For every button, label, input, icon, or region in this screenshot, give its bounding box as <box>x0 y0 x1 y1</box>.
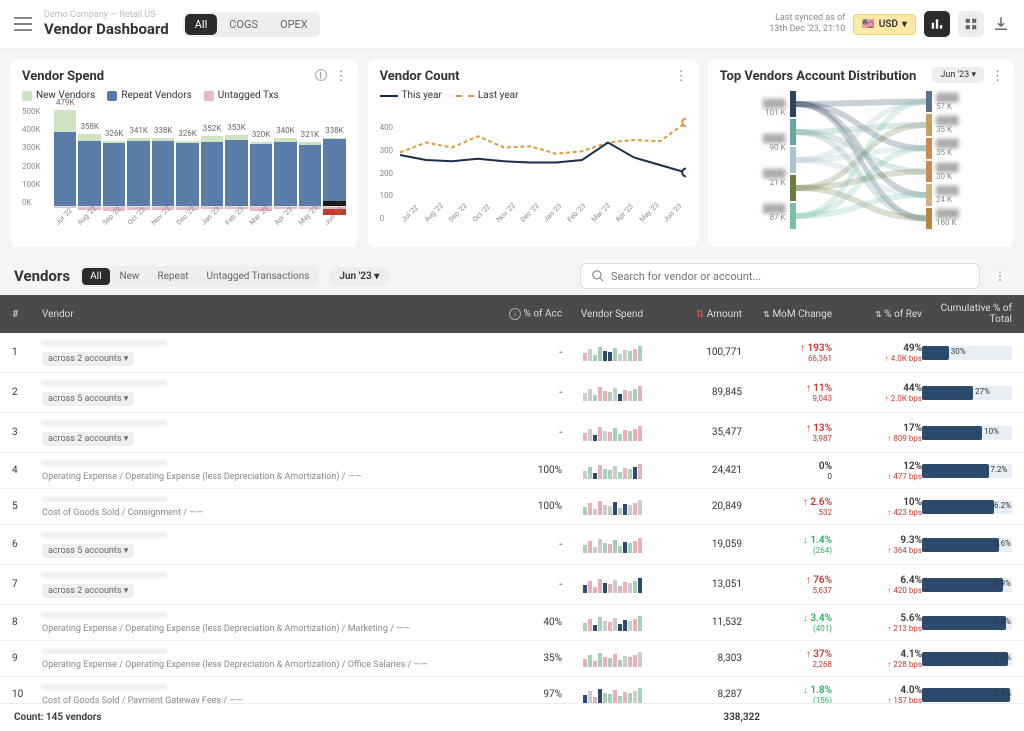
top-header: Demo Company — Retail US Vendor Dashboar… <box>0 0 1024 49</box>
col-rev[interactable]: ⇅ % of Rev <box>832 309 922 320</box>
vendor-tabs: All New Repeat Untagged Transactions <box>80 266 319 287</box>
table-row[interactable]: 8 ———————————————— Operating Expense / O… <box>0 605 1024 641</box>
footer-count: Count: 145 vendors <box>14 712 102 723</box>
menu-icon[interactable] <box>14 17 32 31</box>
more-icon[interactable]: ⋮ <box>675 69 688 84</box>
accounts-pill[interactable]: across 2 accounts ▾ <box>42 432 134 446</box>
accounts-pill[interactable]: across 5 accounts ▾ <box>42 392 134 406</box>
tab-repeat[interactable]: Repeat <box>149 268 196 285</box>
search-icon <box>591 269 605 283</box>
search-input[interactable] <box>611 270 969 283</box>
bar-chart: 500K400K300K200K100K0K 479K358K326K341K3… <box>22 107 346 237</box>
table-row[interactable]: 6 ———————————————— across 5 accounts ▾ -… <box>0 525 1024 565</box>
col-cum: Cumulative % of Total <box>922 303 1012 325</box>
info-icon[interactable]: i <box>315 69 327 81</box>
table-row[interactable]: 7 ———————————————— across 2 accounts ▾ -… <box>0 565 1024 605</box>
card-title: Vendor Spend <box>22 69 346 84</box>
more-icon[interactable]: ⋮ <box>335 69 348 84</box>
currency-selector[interactable]: 🇺🇸USD▾ <box>853 14 916 35</box>
col-num: # <box>12 309 42 320</box>
col-spend: Vendor Spend <box>562 309 662 320</box>
view-chart-icon[interactable] <box>924 11 950 37</box>
sync-info: Last synced as of 13th Dec '23, 21:10 <box>769 13 845 35</box>
table-row[interactable]: 5 ———————————————— Cost of Goods Sold / … <box>0 489 1024 525</box>
accounts-pill[interactable]: across 2 accounts ▾ <box>42 352 134 366</box>
more-icon[interactable]: ⋮ <box>990 265 1010 287</box>
accounts-pill[interactable]: across 5 accounts ▾ <box>42 544 134 558</box>
download-icon[interactable] <box>992 15 1010 33</box>
vendors-toolbar: Vendors All New Repeat Untagged Transact… <box>0 257 1024 295</box>
more-icon[interactable]: ⋮ <box>991 69 1004 84</box>
vendor-count-card: Vendor Count ⋮ This year Last year 40030… <box>368 59 698 247</box>
table-row[interactable]: 1 ———————————————— across 2 accounts ▾ -… <box>0 333 1024 373</box>
filter-cogs[interactable]: COGS <box>219 14 268 35</box>
vendor-spend-card: Vendor Spend i ⋮ New Vendors Repeat Vend… <box>10 59 358 247</box>
period-selector[interactable]: Jun '23 ▾ <box>932 67 984 83</box>
tab-untagged[interactable]: Untagged Transactions <box>199 268 318 285</box>
col-mom[interactable]: ⇅ MoM Change <box>742 309 832 320</box>
filter-all[interactable]: All <box>185 14 218 35</box>
line-chart: 4003002001000 Jul '22Aug '22Sep '22Oct '… <box>380 105 686 235</box>
table-row[interactable]: 3 ———————————————— across 2 accounts ▾ -… <box>0 413 1024 453</box>
charts-row: Vendor Spend i ⋮ New Vendors Repeat Vend… <box>0 49 1024 257</box>
category-filter: All COGS OPEX <box>183 12 320 37</box>
table-row[interactable]: 9 ———————————————— Operating Expense / O… <box>0 641 1024 677</box>
col-acc[interactable]: i % of Acc <box>502 308 562 320</box>
table-row[interactable]: 2 ———————————————— across 5 accounts ▾ -… <box>0 373 1024 413</box>
month-selector[interactable]: Jun '23 ▾ <box>329 267 389 286</box>
vendor-table: # Vendor i % of Acc Vendor Spend ⇅ Amoun… <box>0 295 1024 731</box>
count-legend: This year Last year <box>380 90 686 101</box>
company-subtitle: Demo Company — Retail US <box>44 10 169 20</box>
col-vendor: Vendor <box>42 309 502 320</box>
sankey-chart: ████101 K████90 K████21 K████87 K ████57… <box>720 90 1002 230</box>
view-grid-icon[interactable] <box>958 11 984 37</box>
col-amount[interactable]: ⇅ Amount <box>662 309 742 320</box>
table-row[interactable]: 4 ———————————————— Operating Expense / O… <box>0 453 1024 489</box>
table-row[interactable]: 10 ———————————————— Cost of Goods Sold /… <box>0 677 1024 703</box>
card-title: Vendor Count <box>380 69 686 84</box>
table-footer: Count: 145 vendors 338,322 <box>0 703 1024 731</box>
tab-all[interactable]: All <box>82 268 109 285</box>
top-vendors-card: Top Vendors Account Distribution Jun '23… <box>708 59 1014 247</box>
tab-new[interactable]: New <box>112 268 148 285</box>
filter-opex[interactable]: OPEX <box>270 14 318 35</box>
title-block: Demo Company — Retail US Vendor Dashboar… <box>44 10 169 38</box>
search-box[interactable] <box>580 263 980 289</box>
section-title: Vendors <box>14 267 70 285</box>
accounts-pill[interactable]: across 2 accounts ▾ <box>42 584 134 598</box>
footer-total: 338,322 <box>723 712 760 723</box>
page-title: Vendor Dashboard <box>44 20 169 38</box>
table-header: # Vendor i % of Acc Vendor Spend ⇅ Amoun… <box>0 295 1024 333</box>
